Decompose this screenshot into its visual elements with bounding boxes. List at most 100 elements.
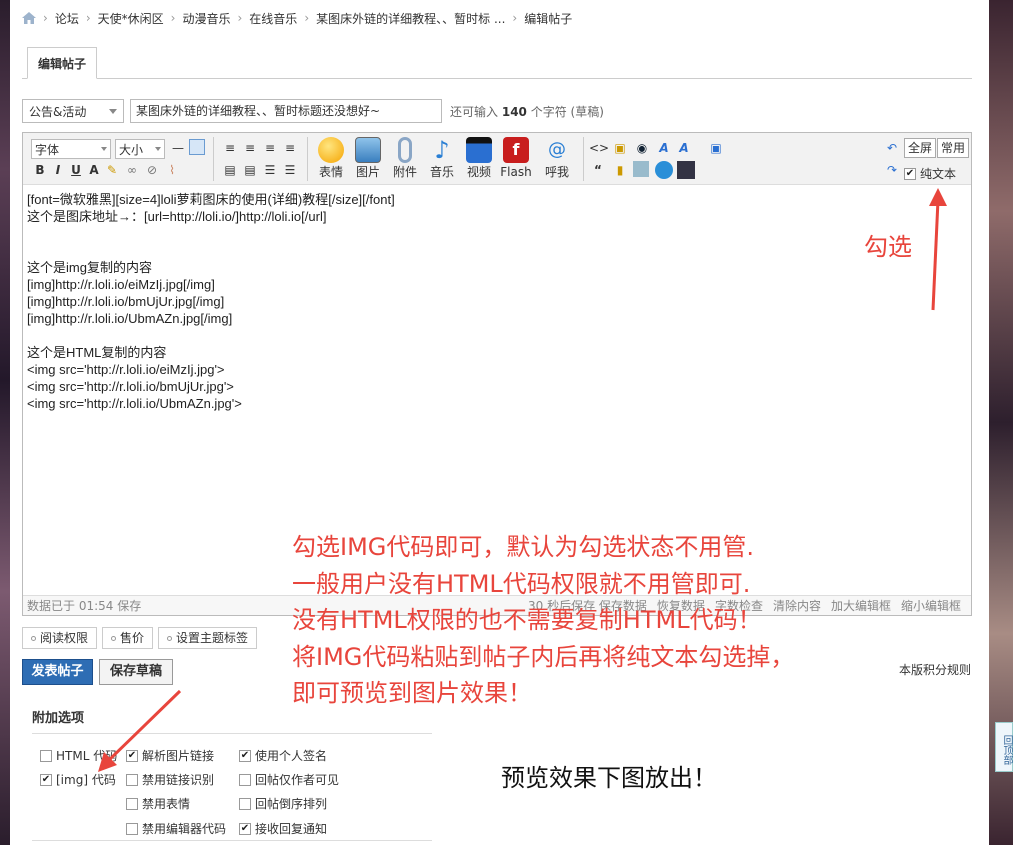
points-rules-link[interactable]: 本版积分规则 xyxy=(899,661,971,678)
submit-post-button[interactable]: 发表帖子 xyxy=(22,659,93,685)
code-icon[interactable]: <> xyxy=(589,139,609,157)
save-draft-button[interactable]: 保存草稿 xyxy=(99,659,173,685)
toolbar-divider xyxy=(307,137,308,181)
back-to-top-button[interactable]: 回顶部 xyxy=(995,722,1013,772)
title-row: 公告&活动 某图床外链的详细教程、、暂时标题还没想好~ 还可输入 140 个字符… xyxy=(22,99,604,123)
option-disable-editor-code[interactable]: 禁用编辑器代码 xyxy=(126,820,226,837)
option-parse-image-links[interactable]: ✔ 解析图片链接 xyxy=(126,747,214,764)
chevron-down-icon xyxy=(109,108,117,114)
flash-button[interactable]: f Flash xyxy=(498,137,534,179)
chevron-right-icon: › xyxy=(85,11,91,25)
checkbox-checked-icon: ✔ xyxy=(239,822,251,835)
tab-edit-post[interactable]: 编辑帖子 xyxy=(27,47,98,79)
align-center-icon[interactable]: ≡ xyxy=(241,139,259,157)
char-limit-hint: 还可输入 140 个字符 (草稿) xyxy=(450,104,604,119)
chevron-right-icon: › xyxy=(512,11,518,25)
paperclip-icon xyxy=(398,137,412,163)
fullscreen-button[interactable]: 全屏 xyxy=(904,138,937,158)
shrink-editor-link[interactable]: 缩小编辑框 xyxy=(901,596,961,616)
link-icon[interactable]: ∞ xyxy=(123,161,141,179)
lock-icon[interactable]: ▮ xyxy=(611,161,629,179)
undo-icon[interactable]: ↶ xyxy=(883,139,901,157)
price-button[interactable]: 售价 xyxy=(102,627,154,649)
category-value: 公告&活动 xyxy=(29,104,87,119)
font-family-select[interactable]: 字体 xyxy=(31,139,111,159)
free-icon[interactable]: ▣ xyxy=(611,139,629,157)
subject-input[interactable]: 某图床外链的详细教程、、暂时标题还没想好~ xyxy=(130,99,442,123)
italic-icon[interactable]: I xyxy=(49,161,67,179)
thumbnail-icon[interactable] xyxy=(677,161,695,179)
annotation-line: 一般用户没有HTML代码权限就不用管即可. xyxy=(292,570,751,598)
unlink-icon[interactable]: ⊘ xyxy=(143,161,161,179)
topic-tag-button[interactable]: 设置主题标签 xyxy=(158,627,258,649)
read-permission-button[interactable]: 阅读权限 xyxy=(22,627,98,649)
font-a-alt-icon[interactable]: A xyxy=(675,139,693,157)
plaintext-toggle[interactable]: ✔ 纯文本 xyxy=(904,165,956,182)
flash-icon: f xyxy=(503,137,529,163)
image-small-icon[interactable] xyxy=(633,161,649,177)
image-button[interactable]: 图片 xyxy=(350,137,386,179)
option-reverse-order[interactable]: 回帖倒序排列 xyxy=(239,795,327,812)
media-play-icon[interactable] xyxy=(655,161,673,179)
checkbox-checked-icon: ✔ xyxy=(239,749,251,762)
quote-icon[interactable]: “ xyxy=(589,161,607,179)
music-note-icon: ♪ xyxy=(434,136,450,164)
attachment-button[interactable]: 附件 xyxy=(387,137,423,179)
annotation-line: 将IMG代码粘贴到帖子内后再将纯文本勾选掉， xyxy=(292,643,795,671)
breadcrumb-link[interactable]: 某图床外链的详细教程、、暂时标 ... xyxy=(316,10,505,27)
breadcrumb-link[interactable]: 在线音乐 xyxy=(249,10,297,27)
option-reply-notify[interactable]: ✔ 接收回复通知 xyxy=(239,820,327,837)
float-right-icon[interactable]: ▤ xyxy=(241,161,259,179)
format-brush-icon[interactable]: ⌇ xyxy=(163,161,181,179)
option-img-code[interactable]: ✔ [img] 代码 xyxy=(40,771,116,788)
chevron-right-icon: › xyxy=(170,11,176,25)
highlight-icon[interactable]: ✎ xyxy=(103,161,121,179)
breadcrumb-link[interactable]: 动漫音乐 xyxy=(182,10,230,27)
clock-icon[interactable]: ◉ xyxy=(633,139,651,157)
float-left-icon[interactable]: ▤ xyxy=(221,161,239,179)
toolbar-divider xyxy=(583,137,584,181)
horizontal-rule-icon[interactable]: — xyxy=(169,139,187,157)
video-icon xyxy=(466,137,492,163)
option-html-code[interactable]: HTML 代码 xyxy=(40,747,117,764)
source-view-icon[interactable]: ▣ xyxy=(707,139,725,157)
chevron-right-icon: › xyxy=(43,11,48,25)
mention-button[interactable]: @ 呼我 xyxy=(539,137,575,179)
extra-settings: 阅读权限 售价 设置主题标签 xyxy=(22,627,262,649)
underline-icon[interactable]: U xyxy=(67,161,85,179)
clear-content-link[interactable]: 清除内容 xyxy=(773,596,821,616)
font-size-select[interactable]: 大小 xyxy=(115,139,165,159)
emoticon-button[interactable]: 表情 xyxy=(313,137,349,179)
music-button[interactable]: ♪ 音乐 xyxy=(424,137,460,179)
enlarge-editor-link[interactable]: 加大编辑框 xyxy=(831,596,891,616)
preview-note: 预览效果下图放出！ xyxy=(501,764,717,792)
breadcrumb-link[interactable]: 论坛 xyxy=(55,10,79,27)
align-justify-icon[interactable]: ≡ xyxy=(281,139,299,157)
home-icon[interactable] xyxy=(22,12,36,24)
checkbox-checked-icon: ✔ xyxy=(40,773,52,786)
align-left-icon[interactable]: ≡ xyxy=(221,139,239,157)
redo-icon[interactable]: ↷ xyxy=(883,161,901,179)
font-color-icon[interactable]: A xyxy=(85,161,103,179)
editor-textarea[interactable]: [font=微软雅黑][size=4]loli萝莉图床的使用(详细)教程[/si… xyxy=(27,191,395,412)
option-use-signature[interactable]: ✔ 使用个人签名 xyxy=(239,747,327,764)
checkbox-checked-icon: ✔ xyxy=(126,749,138,762)
video-button[interactable]: 视频 xyxy=(461,137,497,179)
breadcrumb-link[interactable]: 天使*休闲区 xyxy=(98,10,164,27)
option-reply-author-only[interactable]: 回帖仅作者可见 xyxy=(239,771,339,788)
align-right-icon[interactable]: ≡ xyxy=(261,139,279,157)
common-mode-button[interactable]: 常用 xyxy=(937,138,970,158)
checkbox-icon xyxy=(126,773,138,786)
category-select[interactable]: 公告&活动 xyxy=(22,99,124,123)
option-disable-link-detect[interactable]: 禁用链接识别 xyxy=(126,771,214,788)
annotation-check: 勾选 xyxy=(864,233,912,261)
unordered-list-icon[interactable]: ☰ xyxy=(281,161,299,179)
annotation-line: 即可预览到图片效果！ xyxy=(292,679,532,707)
ordered-list-icon[interactable]: ☰ xyxy=(261,161,279,179)
font-a-icon[interactable]: A xyxy=(655,139,673,157)
table-icon[interactable] xyxy=(189,139,205,155)
bold-icon[interactable]: B xyxy=(31,161,49,179)
option-disable-smilies[interactable]: 禁用表情 xyxy=(126,795,190,812)
background-art-left xyxy=(0,0,10,845)
options-title: 附加选项 xyxy=(32,711,85,726)
